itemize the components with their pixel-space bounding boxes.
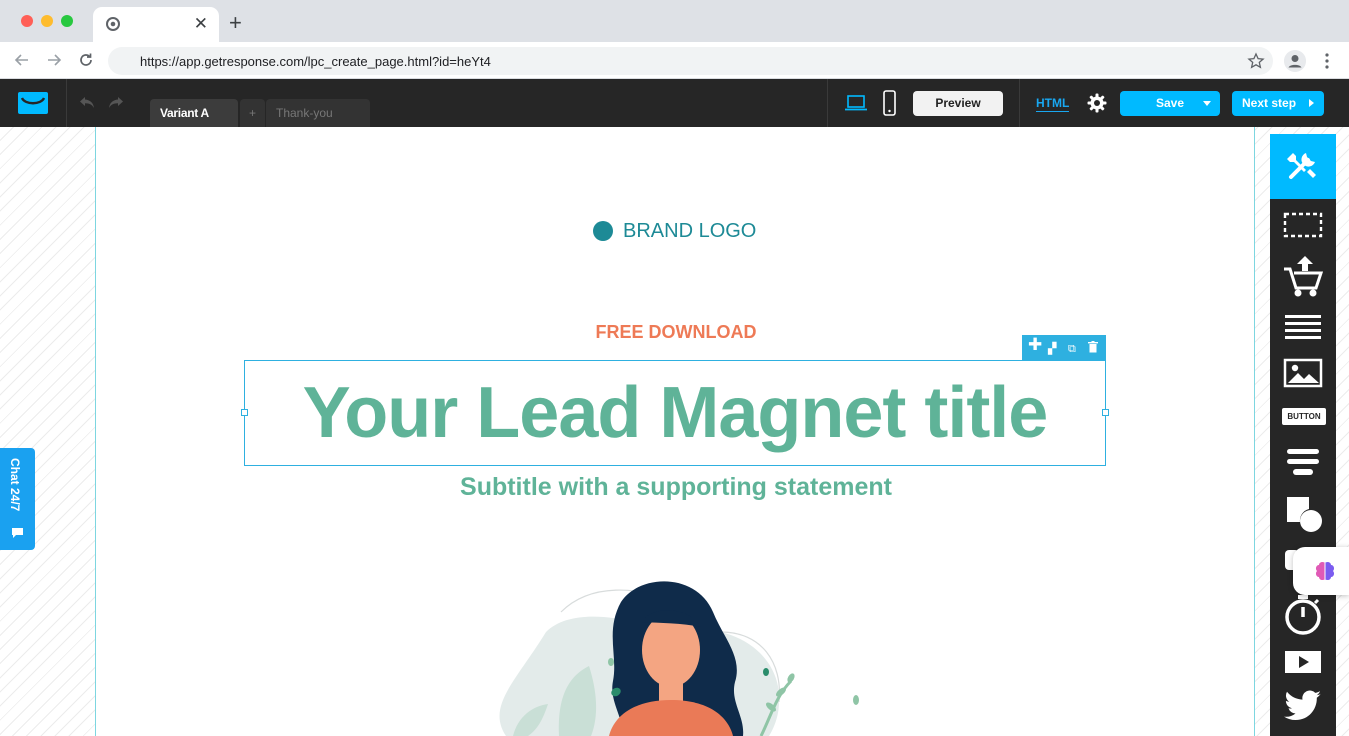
image-icon[interactable] — [1283, 358, 1323, 388]
bookmark-star-icon[interactable] — [1247, 52, 1265, 70]
browser-toolbar: https://app.getresponse.com/lpc_create_p… — [0, 42, 1349, 79]
trash-icon[interactable] — [1088, 341, 1098, 353]
window-minimize-button[interactable] — [41, 15, 53, 27]
window-zoom-button[interactable] — [61, 15, 73, 27]
undo-icon[interactable] — [78, 94, 96, 110]
brand-logo-text: BRAND LOGO — [623, 220, 757, 242]
elements-rail: BUTTON — [1270, 134, 1336, 736]
subtitle-text[interactable]: Subtitle with a supporting statement — [96, 473, 1256, 502]
header-divider — [827, 79, 828, 127]
tab-close-icon[interactable]: ✕ — [194, 14, 208, 34]
new-tab-button[interactable]: + — [229, 12, 242, 34]
save-dropdown-chevron-icon[interactable] — [1203, 101, 1211, 106]
section-icon[interactable] — [1283, 212, 1323, 238]
text-icon[interactable] — [1283, 314, 1323, 340]
save-button[interactable]: Save — [1120, 91, 1220, 116]
browser-menu-icon[interactable] — [1320, 51, 1334, 71]
title-selection-box[interactable]: Your Lead Magnet title — [241, 360, 1109, 466]
mobile-view-icon[interactable] — [883, 90, 896, 116]
button-element-icon[interactable]: BUTTON — [1282, 408, 1326, 425]
form-icon[interactable] — [1283, 448, 1323, 476]
tools-icon — [1287, 153, 1316, 179]
back-arrow-icon[interactable] — [13, 51, 31, 69]
twitter-icon[interactable] — [1283, 690, 1323, 722]
brand-dot-icon — [593, 221, 613, 241]
profile-avatar-icon[interactable] — [1284, 50, 1306, 72]
next-step-button[interactable]: Next step — [1232, 91, 1324, 116]
timer-icon[interactable] — [1283, 594, 1323, 636]
add-variant-button[interactable]: + — [240, 99, 265, 127]
redo-icon[interactable] — [107, 94, 125, 110]
move-icon[interactable]: ✚ — [1028, 336, 1042, 353]
rail-tools-button[interactable] — [1270, 134, 1336, 199]
browser-tab[interactable]: ✕ — [93, 7, 219, 42]
forward-arrow-icon[interactable] — [45, 51, 63, 69]
woman-illustration[interactable] — [461, 572, 881, 736]
selection-toolbar: ✚ ▞ ⧉ — [1022, 335, 1106, 360]
header-divider — [66, 79, 67, 127]
brain-icon — [1315, 561, 1335, 581]
chat-widget-tab[interactable]: Chat 24/7 — [0, 448, 35, 550]
editor-workspace: BRAND LOGO FREE DOWNLOAD ✚ ▞ ⧉ Your Lead… — [0, 127, 1349, 736]
tab-thank-you-page[interactable]: Thank-you page — [266, 99, 370, 148]
address-bar[interactable]: https://app.getresponse.com/lpc_create_p… — [108, 47, 1273, 75]
reload-icon[interactable] — [77, 51, 95, 69]
html-link[interactable]: HTML — [1036, 96, 1070, 112]
shapes-icon[interactable] — [1283, 494, 1323, 534]
resize-handle-right[interactable] — [1102, 409, 1109, 416]
chat-label: Chat 24/7 — [8, 458, 22, 512]
next-step-label: Next step — [1242, 96, 1297, 110]
preview-button[interactable]: Preview — [913, 91, 1003, 116]
lead-magnet-title[interactable]: Your Lead Magnet title — [245, 373, 1105, 453]
url-text: https://app.getresponse.com/lpc_create_p… — [140, 54, 491, 69]
cart-icon[interactable] — [1283, 254, 1323, 298]
next-arrow-icon — [1309, 99, 1314, 107]
chat-bubble-icon — [12, 528, 23, 538]
tab-variant-a[interactable]: Variant A — [150, 99, 238, 127]
desktop-view-icon[interactable] — [845, 95, 867, 111]
editor-header: Variant A + Thank-you page Preview HTML … — [0, 79, 1349, 148]
duplicate-icon[interactable]: ⧉ — [1068, 342, 1076, 356]
video-icon[interactable] — [1283, 650, 1323, 674]
landing-page-canvas[interactable]: BRAND LOGO FREE DOWNLOAD ✚ ▞ ⧉ Your Lead… — [95, 127, 1255, 736]
chrome-favicon-icon — [106, 17, 120, 31]
browser-tab-strip: ✕ + — [0, 0, 1349, 42]
gear-icon[interactable] — [1087, 93, 1107, 113]
header-divider — [1019, 79, 1020, 127]
resize-icon[interactable]: ▞ — [1048, 342, 1056, 356]
resize-handle-left[interactable] — [241, 409, 248, 416]
window-close-button[interactable] — [21, 15, 33, 27]
assistant-floating-button[interactable] — [1293, 547, 1349, 595]
getresponse-logo-icon[interactable] — [18, 92, 48, 114]
